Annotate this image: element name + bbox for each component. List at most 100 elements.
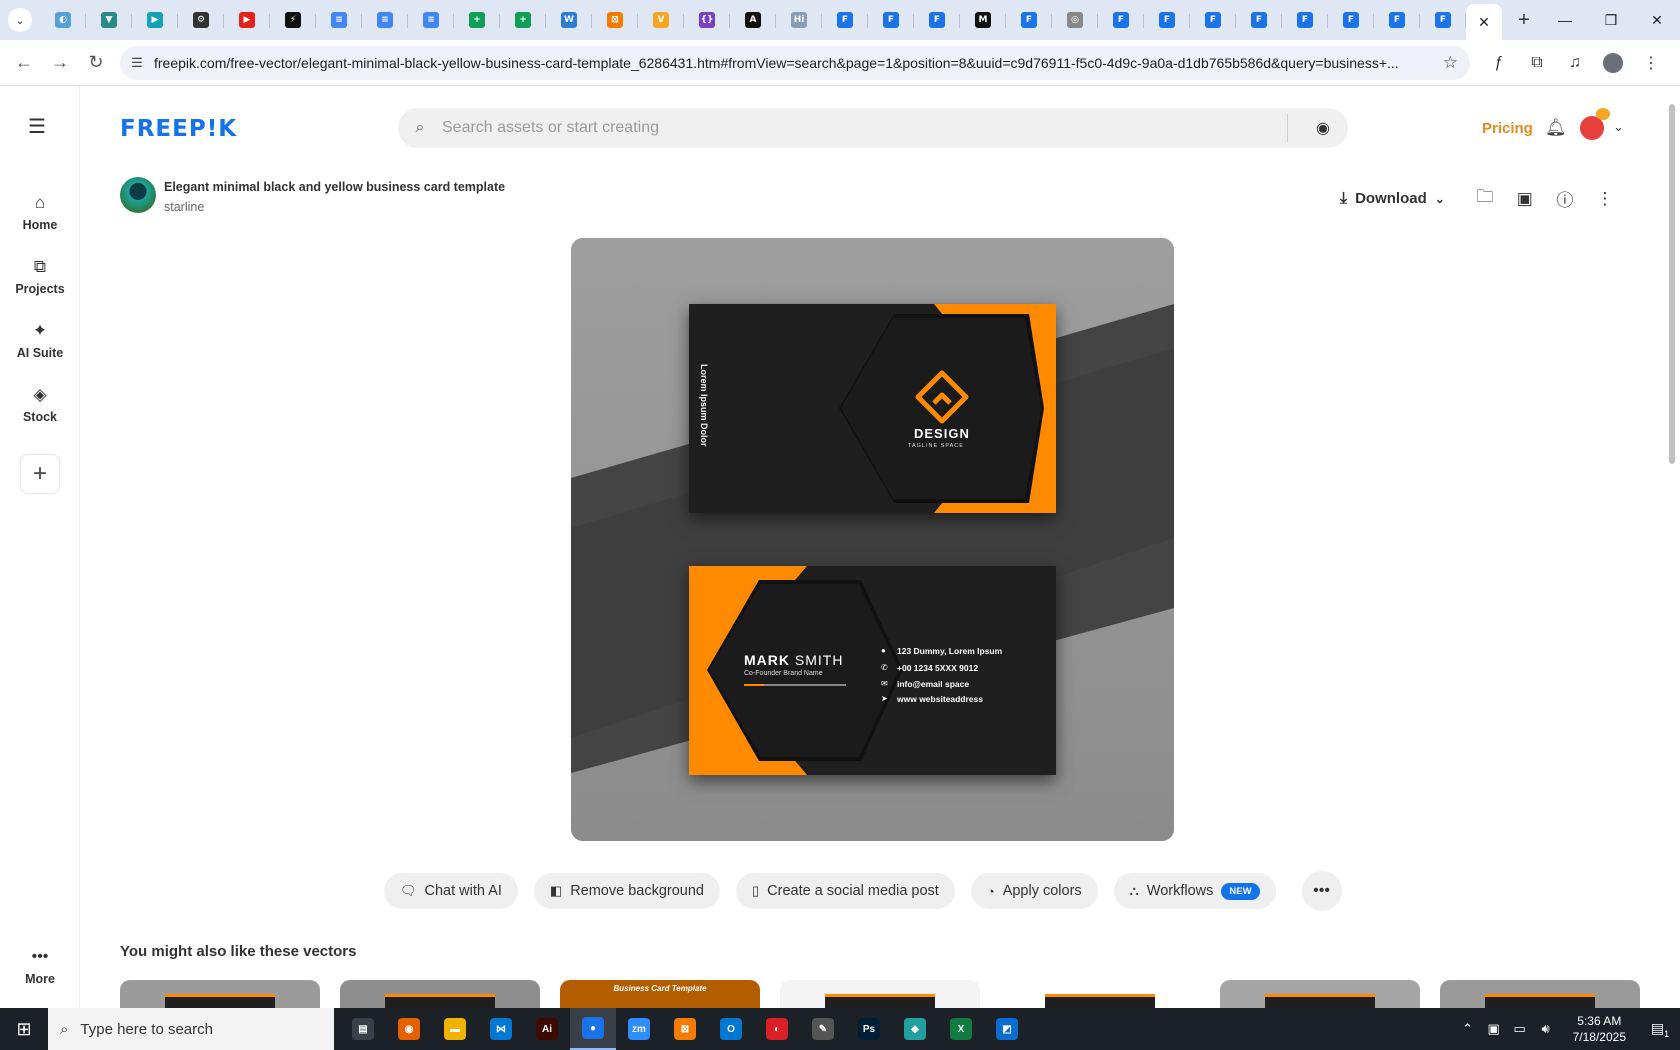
browser-tab[interactable]: F — [1236, 4, 1282, 36]
browser-tab[interactable]: Hi — [776, 4, 822, 36]
related-thumbnail[interactable] — [1220, 980, 1420, 1010]
related-thumbnail[interactable]: Business Card Template — [560, 980, 760, 1010]
reload-button[interactable]: ↻ — [78, 45, 114, 81]
browser-tab[interactable]: ≡ — [408, 4, 454, 36]
edit-image-icon[interactable]: ▣ — [1505, 189, 1545, 209]
browser-tab[interactable]: {} — [684, 4, 730, 36]
browser-tab[interactable]: V — [638, 4, 684, 36]
remove-background-button[interactable]: ◧ Remove background — [533, 873, 720, 909]
browser-tab[interactable]: ≡ — [362, 4, 408, 36]
browser-tab[interactable]: M — [960, 4, 1006, 36]
active-tab[interactable]: ✕ — [1466, 4, 1502, 40]
more-options-icon[interactable]: ⋮ — [1585, 189, 1625, 209]
workflows-button[interactable]: ⛬ Workflows NEW — [1113, 873, 1276, 909]
browser-tab[interactable]: F — [1328, 4, 1374, 36]
browser-tab[interactable]: F — [868, 4, 914, 36]
sidebar-item-stock[interactable]: ◈ Stock — [0, 384, 80, 424]
page-scrollbar[interactable] — [1664, 86, 1680, 1008]
taskbar-app[interactable]: ● — [570, 1008, 616, 1050]
browser-tab[interactable]: F — [1144, 4, 1190, 36]
save-to-collection-icon[interactable]: 🗀︎ — [1465, 184, 1505, 213]
back-button[interactable]: ← — [6, 45, 42, 81]
close-tab-icon[interactable]: ✕ — [1478, 14, 1490, 31]
browser-tab[interactable]: A — [730, 4, 776, 36]
taskbar-app[interactable]: O — [708, 1008, 754, 1050]
tray-overflow-icon[interactable]: ⌃ — [1455, 1021, 1481, 1037]
browser-tab[interactable]: F — [1190, 4, 1236, 36]
account-chevron-icon[interactable]: ⌄ — [1613, 119, 1624, 135]
search-input[interactable] — [442, 119, 1282, 137]
bookmark-star-icon[interactable]: ☆ — [1443, 53, 1458, 73]
related-thumbnail[interactable] — [340, 980, 540, 1010]
browser-tab[interactable]: ≡ — [316, 4, 362, 36]
close-window-button[interactable]: ✕ — [1634, 0, 1680, 40]
browser-tab[interactable]: ⚙ — [178, 4, 224, 36]
browser-tab[interactable]: W — [546, 4, 592, 36]
browser-tab[interactable]: F — [822, 4, 868, 36]
taskbar-app[interactable]: ◉ — [386, 1008, 432, 1050]
related-thumbnail[interactable] — [780, 980, 980, 1010]
taskbar-search[interactable]: ⌕ Type here to search — [48, 1008, 334, 1050]
taskbar-clock[interactable]: 5:36 AM 7/18/2025 — [1573, 1013, 1626, 1045]
related-thumbnail[interactable] — [1440, 980, 1640, 1010]
taskbar-app[interactable]: ◐ — [754, 1008, 800, 1050]
browser-tab[interactable]: + — [500, 4, 546, 36]
taskbar-app[interactable]: ⊠ — [662, 1008, 708, 1050]
browser-tab[interactable]: F — [1282, 4, 1328, 36]
more-tools-button[interactable]: ••• — [1301, 871, 1342, 911]
taskbar-app[interactable]: ◆ — [892, 1008, 938, 1050]
profile-avatar-icon[interactable] — [1594, 46, 1632, 80]
apply-colors-button[interactable]: ◔ Apply colors — [970, 873, 1098, 909]
browser-tab[interactable]: ▶ — [224, 4, 270, 36]
camera-search-icon[interactable]: ◉ — [1316, 118, 1330, 138]
taskbar-app[interactable]: X — [938, 1008, 984, 1050]
restore-button[interactable]: ❐ — [1588, 0, 1634, 40]
extensions-puzzle-icon[interactable]: ⧉ — [1518, 46, 1556, 80]
related-thumbnail[interactable] — [120, 980, 320, 1010]
hamburger-menu-icon[interactable]: ☰ — [28, 114, 46, 139]
taskbar-app[interactable]: ✎ — [800, 1008, 846, 1050]
asset-preview-image[interactable]: Lorem Ipsum Dolor DESIGN TAGLINE SPACE M… — [571, 238, 1174, 841]
sidebar-item-ai-suite[interactable]: ✦ AI Suite — [0, 320, 80, 360]
notification-center-icon[interactable]: ▤1 — [1640, 1020, 1680, 1039]
sidebar-item-more[interactable]: ••• More — [0, 948, 80, 986]
browser-tab[interactable]: ⊠ — [592, 4, 638, 36]
windows-start-icon[interactable]: ⊞ — [0, 1008, 48, 1050]
media-control-icon[interactable]: ♫ — [1556, 46, 1594, 80]
taskbar-app[interactable]: ▤ — [340, 1008, 386, 1050]
browser-tab[interactable]: F — [1098, 4, 1144, 36]
new-tab-button[interactable]: + — [1510, 6, 1538, 34]
network-icon[interactable]: ▭ — [1507, 1021, 1533, 1037]
browser-tab[interactable]: ◐ — [40, 4, 86, 36]
scrollbar-thumb[interactable] — [1669, 104, 1675, 464]
browser-tab[interactable]: ⚡ — [270, 4, 316, 36]
notifications-bell-icon[interactable]: 🔔︎ — [1545, 118, 1567, 138]
chrome-menu-icon[interactable]: ⋮ — [1632, 46, 1670, 80]
chat-with-ai-button[interactable]: 🗨 Chat with AI — [384, 873, 518, 909]
sidebar-item-home[interactable]: ⌂ Home — [0, 192, 80, 232]
minimize-button[interactable]: — — [1542, 0, 1588, 40]
browser-tab[interactable]: F — [914, 4, 960, 36]
create-new-button[interactable]: + — [20, 454, 60, 494]
taskbar-app[interactable]: ◩ — [984, 1008, 1030, 1050]
forward-button[interactable]: → — [42, 45, 78, 81]
pricing-link[interactable]: Pricing — [1482, 120, 1533, 137]
browser-tab[interactable]: + — [454, 4, 500, 36]
browser-tab[interactable]: ▼ — [86, 4, 132, 36]
address-bar[interactable]: ☰ freepik.com/free-vector/elegant-minima… — [120, 46, 1470, 80]
browser-tab[interactable]: F — [1006, 4, 1052, 36]
sidebar-item-projects[interactable]: ⧉ Projects — [0, 256, 80, 296]
related-thumbnail[interactable] — [1000, 980, 1200, 1010]
asset-author-link[interactable]: starline — [164, 200, 204, 214]
taskbar-app[interactable]: ⋈ — [478, 1008, 524, 1050]
browser-tab[interactable]: ◎ — [1052, 4, 1098, 36]
taskbar-app[interactable]: zm — [616, 1008, 662, 1050]
site-info-icon[interactable]: ☰ — [120, 55, 154, 71]
author-avatar[interactable] — [120, 177, 156, 213]
extension-f-icon[interactable]: ƒ — [1480, 46, 1518, 80]
url-text[interactable]: freepik.com/free-vector/elegant-minimal-… — [154, 55, 1424, 71]
freepik-logo[interactable]: FREEP!K — [120, 116, 237, 142]
tab-search-button[interactable]: ⌄ — [8, 8, 32, 32]
info-icon[interactable]: ⓘ — [1545, 186, 1585, 211]
download-button[interactable]: ⤓ Download ⌄ — [1340, 190, 1445, 208]
